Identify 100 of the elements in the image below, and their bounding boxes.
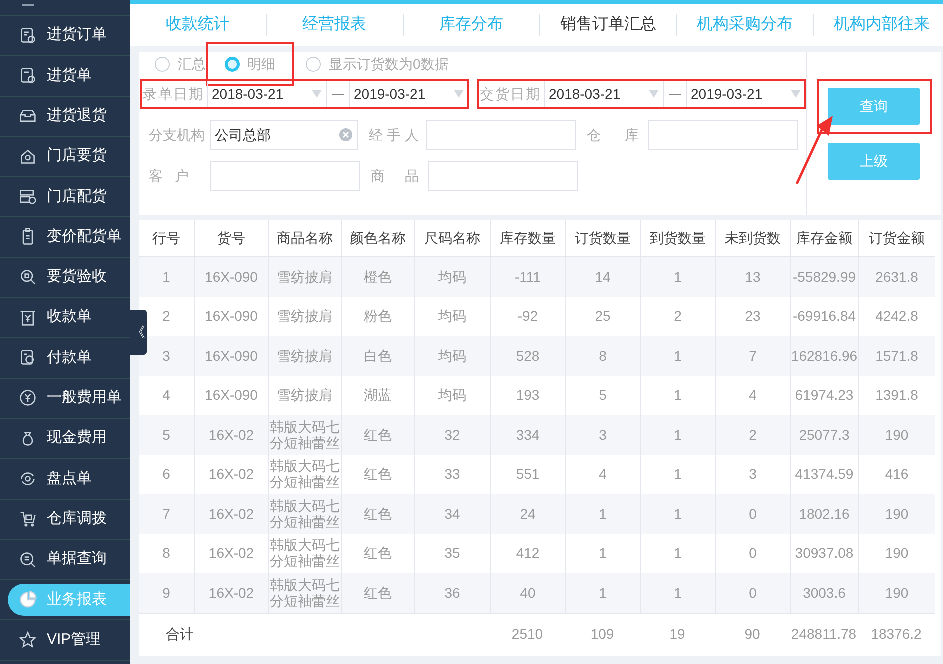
radio-button[interactable]	[224, 56, 240, 72]
table-cell: 1	[640, 336, 715, 376]
sidebar-item[interactable]: 付款单	[19, 346, 92, 370]
table-cell: 24	[490, 494, 565, 534]
sidebar-item[interactable]: 现金费用	[19, 427, 107, 450]
table-cell: 3	[565, 415, 640, 454]
table-cell: 韩版大码七分短袖蕾丝	[268, 494, 341, 534]
table-cell: 1802.16	[790, 494, 858, 534]
date-field[interactable]: 2018-03-21	[207, 79, 327, 109]
sidebar-item[interactable]: 仓库调拨	[19, 508, 107, 530]
sidebar-item-icon	[19, 148, 37, 166]
sidebar-item[interactable]: 盘点单	[19, 468, 92, 490]
field-label: 客 户	[149, 166, 189, 186]
total-cell-text: 19	[668, 625, 686, 644]
table-cell: 16X-02	[194, 573, 268, 612]
table-cell: 32	[414, 415, 490, 454]
sidebar-item[interactable]: 变价配货单	[19, 226, 122, 248]
column-header[interactable]: 商品名称	[268, 220, 341, 256]
table-cell: 2	[715, 415, 790, 454]
sidebar-item[interactable]: 进货退货	[19, 104, 107, 128]
table-cell: 33	[414, 454, 490, 494]
column-header[interactable]: 行号	[139, 220, 194, 256]
radio-label: 明细	[248, 54, 276, 74]
sidebar-item[interactable]: 进货订单	[19, 24, 107, 47]
table-cell: 190	[858, 415, 935, 454]
field-label: 分支机构	[149, 126, 205, 144]
table-cell: 162816.96	[790, 336, 858, 376]
input-field[interactable]	[428, 161, 578, 191]
column-header[interactable]: 到货数量	[640, 220, 715, 256]
dropdown-icon	[791, 90, 801, 98]
sidebar-item[interactable]: 门店配货	[19, 186, 107, 208]
table-cell: 7	[715, 336, 790, 376]
table-cell: 雪纺披肩	[268, 257, 341, 296]
collapse-button[interactable]: 《	[130, 310, 147, 355]
sidebar-item-icon	[19, 510, 37, 528]
table-cell: -92	[490, 296, 565, 336]
table-cell: 16X-090	[194, 257, 268, 296]
column-header[interactable]: 未到货数	[715, 220, 790, 256]
table-cell: 416	[858, 454, 935, 494]
field-label: 经 手 人	[369, 126, 417, 144]
sidebar-item[interactable]: 门店要货	[19, 145, 107, 168]
table-cell: 334	[490, 415, 565, 454]
table-cell: 16X-02	[194, 454, 268, 494]
sidebar-item[interactable]: 进货单	[19, 64, 92, 88]
table-cell: 1	[565, 494, 640, 534]
table-cell: 40	[490, 573, 565, 612]
total-cell-text: 90	[744, 625, 762, 644]
tab[interactable]: 销售订单汇总	[560, 13, 656, 37]
column-header[interactable]: 订货数量	[565, 220, 640, 256]
sidebar-item-icon	[19, 188, 37, 206]
table-cell: 1	[565, 573, 640, 612]
table-cell: 13	[715, 257, 790, 296]
sidebar-item[interactable]: VIP管理	[19, 628, 102, 652]
table-cell: 3003.6	[790, 573, 858, 612]
sidebar-item[interactable]: 要货验收	[19, 266, 107, 289]
table-cell: -111	[490, 257, 565, 296]
column-header[interactable]: 库存金额	[790, 220, 858, 256]
table-cell: 1	[640, 573, 715, 612]
table-cell: 韩版大码七分短袖蕾丝	[268, 415, 341, 454]
table-cell: 红色	[341, 415, 414, 454]
input-field[interactable]	[426, 120, 576, 150]
table-cell: 4242.8	[858, 296, 935, 336]
column-header[interactable]: 尺码名称	[414, 220, 490, 256]
sidebar-item-icon	[19, 590, 37, 609]
table-cell: 8	[565, 336, 640, 376]
input-field[interactable]	[210, 161, 360, 191]
column-header[interactable]: 颜色名称	[341, 220, 414, 256]
field-label: 录单日期	[143, 84, 203, 104]
column-header[interactable]: 货号	[194, 220, 268, 256]
sidebar-item[interactable]: 单据查询	[19, 548, 107, 571]
table-cell: 16X-02	[194, 534, 268, 573]
table-cell: 韩版大码七分短袖蕾丝	[268, 534, 341, 573]
radio-button[interactable]	[155, 56, 170, 72]
sidebar-item[interactable]: 收款单	[19, 306, 92, 329]
table-cell: 412	[490, 534, 565, 573]
table-cell: 16X-02	[194, 494, 268, 534]
radio-button[interactable]	[306, 56, 321, 72]
sidebar-item-icon	[19, 470, 37, 488]
input-field[interactable]: 公司总部	[210, 120, 358, 150]
table-cell: 0	[715, 534, 790, 573]
radio-label: 汇总	[178, 54, 206, 74]
clear-icon[interactable]	[339, 128, 353, 142]
table-cell: 0	[715, 573, 790, 612]
sidebar-item-icon	[19, 389, 37, 408]
table-cell: 1	[565, 534, 640, 573]
sidebar-item[interactable]: 一般费用单	[19, 387, 122, 410]
total-cell-text: 248811.78	[790, 625, 858, 644]
total-cell-text: 18376.2	[870, 625, 923, 644]
column-header[interactable]: 订货金额	[858, 220, 935, 256]
sidebar-item-icon	[19, 631, 37, 650]
table-cell: 1	[640, 415, 715, 454]
table-cell: 7	[139, 494, 194, 534]
dropdown-icon	[649, 90, 659, 98]
date-field[interactable]: 2018-03-21	[544, 79, 664, 109]
table-cell: 41374.59	[790, 454, 858, 494]
column-header[interactable]: 库存数量	[490, 220, 565, 256]
input-field[interactable]	[648, 120, 798, 150]
sidebar-item-icon	[19, 66, 37, 85]
sidebar-item-icon	[19, 349, 37, 368]
table-cell: 23	[715, 296, 790, 336]
